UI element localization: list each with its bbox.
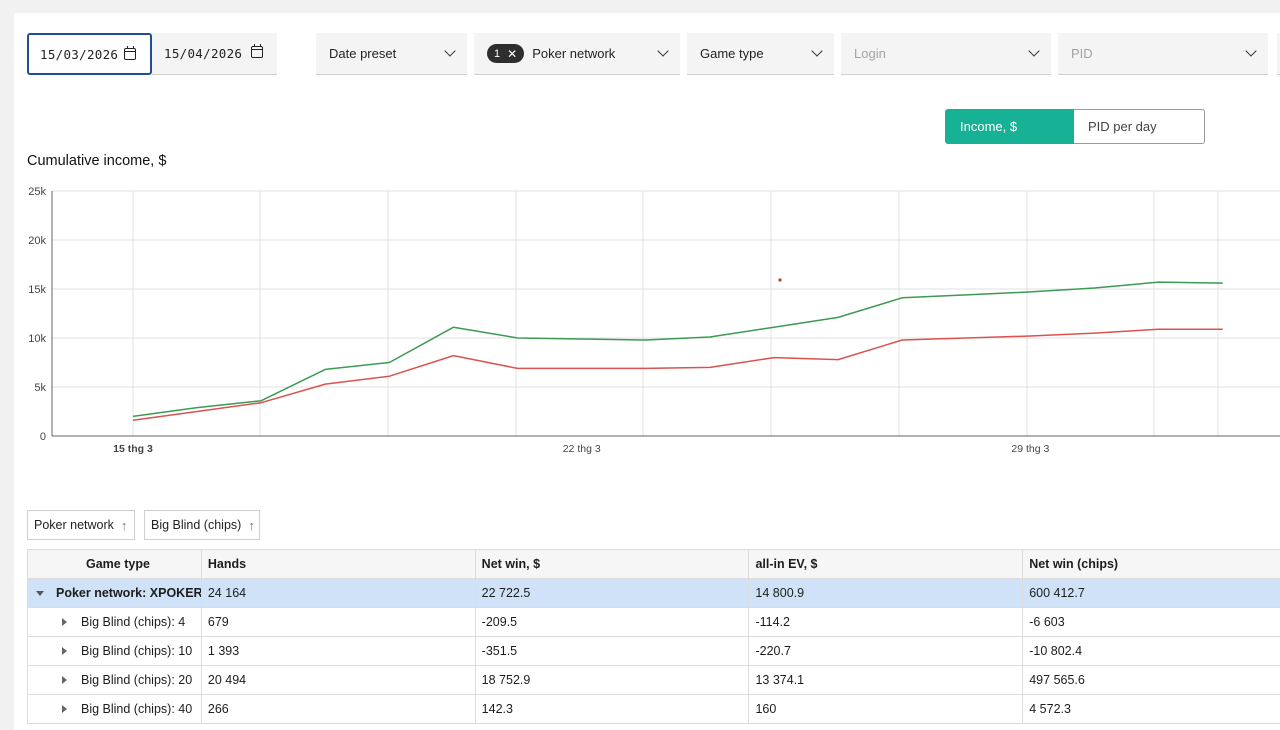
y-tick-label: 5k [34, 382, 46, 394]
row-label: Big Blind (chips): 4 [81, 615, 186, 629]
table-cell: 497 565.6 [1029, 673, 1085, 687]
cursor-dot [778, 278, 782, 282]
table-cell: 13 374.1 [749, 666, 1024, 694]
date-to-input[interactable]: 15/04/2026 [152, 33, 277, 75]
row-label-cell: Big Blind (chips): 10 [28, 637, 202, 665]
login-select[interactable]: Login [841, 33, 1051, 75]
chart-title: Cumulative income, $ [27, 153, 167, 169]
x-tick-label: 15 thg 3 [113, 443, 153, 455]
pid-placeholder: PID [1071, 46, 1093, 61]
row-label-cell: Big Blind (chips): 20 [28, 666, 202, 694]
cumulative-income-chart: 0 5k 10k 15k 20k 25k 15 thg 3 22 thg 3 29 thg 3 [28, 186, 1280, 455]
chevron-down-icon [444, 45, 456, 57]
clear-selection-icon[interactable]: ✕ [507, 47, 517, 61]
y-tick-label: 10k [28, 333, 46, 345]
calendar-icon[interactable] [124, 46, 136, 60]
table-cell: -351.5 [476, 637, 750, 665]
sort-arrow-icon[interactable]: ↑ [121, 518, 128, 533]
date-preset-select[interactable]: Date preset [316, 33, 467, 75]
row-label: Big Blind (chips): 10 [81, 644, 193, 658]
pid-per-day-toggle[interactable]: PID per day [1074, 109, 1205, 144]
sort-arrow-icon[interactable]: ↑ [248, 518, 255, 533]
table-cell: -220.7 [749, 637, 1024, 665]
row-label: Big Blind (chips): 20 [81, 673, 193, 687]
y-tick-label: 15k [28, 284, 46, 296]
table-cell: 24 164 [202, 579, 476, 607]
chevron-down-icon [811, 45, 823, 57]
y-tick-label: 0 [40, 431, 46, 443]
group-cell: Poker network: XPOKER [28, 579, 202, 607]
x-tick-label: 22 thg 3 [563, 443, 601, 455]
table-cell: 160 [749, 695, 1024, 723]
column-header[interactable]: Game type [28, 550, 202, 578]
calendar-icon[interactable] [251, 44, 263, 58]
table-cell: 14 800.9 [749, 579, 1024, 607]
table-cell: -114.2 [749, 608, 1024, 636]
table-row[interactable]: Big Blind (chips): 4 679 -209.5 -114.2 -… [28, 608, 1280, 637]
x-tick-label: 29 thg 3 [1011, 443, 1049, 455]
group-chip-label: Poker network [34, 518, 114, 532]
table-cell: 18 752.9 [476, 666, 750, 694]
selected-count: 1 [494, 47, 501, 60]
table-cell: 266 [202, 695, 476, 723]
expand-caret-icon[interactable] [62, 705, 67, 713]
game-type-select[interactable]: Game type [687, 33, 834, 75]
row-label-cell: Big Blind (chips): 40 [28, 695, 202, 723]
main-panel: 15/03/2026 15/04/2026 Date preset 1 ✕ Po… [14, 13, 1280, 730]
series-line-2 [132, 328, 1223, 422]
expand-caret-icon[interactable] [62, 676, 67, 684]
date-preset-label: Date preset [329, 46, 397, 61]
table-cell: 679 [202, 608, 476, 636]
login-placeholder: Login [854, 46, 886, 61]
chevron-down-icon [657, 45, 669, 57]
row-label-cell: Big Blind (chips): 4 [28, 608, 202, 636]
table-cell: 600 412.7 [1029, 586, 1085, 600]
column-header[interactable]: all-in EV, $ [749, 550, 1024, 578]
row-label: Big Blind (chips): 40 [81, 702, 193, 716]
series-line-1 [132, 281, 1223, 418]
y-tick-label: 25k [28, 186, 46, 198]
date-to-value: 15/04/2026 [164, 46, 243, 61]
table-cell: 4 572.3 [1029, 702, 1071, 716]
expand-caret-icon[interactable] [62, 647, 67, 655]
column-header[interactable]: Net win (chips) [1023, 550, 1280, 578]
table-header-row: Game type Hands Net win, $ all-in EV, $ … [28, 550, 1280, 579]
pid-per-day-toggle-label: PID per day [1088, 119, 1157, 134]
table-cell: -10 802.4 [1029, 644, 1083, 658]
table-row[interactable]: Big Blind (chips): 40 266 142.3 160 4 57… [28, 695, 1280, 724]
table-cell: 1 393 [202, 637, 476, 665]
selected-count-tag[interactable]: 1 ✕ [487, 44, 525, 63]
poker-network-select[interactable]: 1 ✕ Poker network [474, 33, 680, 75]
poker-network-label: Poker network [532, 46, 616, 61]
table-cell: 22 722.5 [476, 579, 750, 607]
income-toggle[interactable]: Income, $ [945, 109, 1074, 144]
table-cell: 20 494 [202, 666, 476, 694]
game-type-label: Game type [700, 46, 764, 61]
column-header[interactable]: Net win, $ [476, 550, 750, 578]
date-from-value: 15/03/2026 [40, 46, 119, 62]
group-chip-big-blind[interactable]: Big Blind (chips) ↑ [144, 510, 260, 540]
table-cell: -209.5 [476, 608, 750, 636]
pid-select[interactable]: PID [1058, 33, 1268, 75]
collapse-caret-icon[interactable] [36, 590, 44, 596]
table-cell: -6 603 [1029, 615, 1065, 629]
column-header[interactable]: Hands [202, 550, 476, 578]
table-row[interactable]: Big Blind (chips): 20 20 494 18 752.9 13… [28, 666, 1280, 695]
group-chip-label: Big Blind (chips) [151, 518, 242, 532]
chevron-down-icon [1028, 45, 1040, 57]
table-cell: 142.3 [476, 695, 750, 723]
group-label: Poker network: XPOKER [56, 586, 202, 600]
table-row[interactable]: Big Blind (chips): 10 1 393 -351.5 -220.… [28, 637, 1280, 666]
expand-caret-icon[interactable] [62, 618, 67, 626]
table-group-row[interactable]: Poker network: XPOKER 24 164 22 722.5 14… [28, 579, 1280, 608]
chevron-down-icon [1245, 45, 1257, 57]
income-toggle-label: Income, $ [960, 119, 1018, 134]
stats-table: Game type Hands Net win, $ all-in EV, $ … [27, 549, 1280, 724]
date-from-input[interactable]: 15/03/2026 [27, 33, 152, 75]
group-chip-poker-network[interactable]: Poker network ↑ [27, 510, 135, 540]
y-tick-label: 20k [28, 235, 46, 247]
